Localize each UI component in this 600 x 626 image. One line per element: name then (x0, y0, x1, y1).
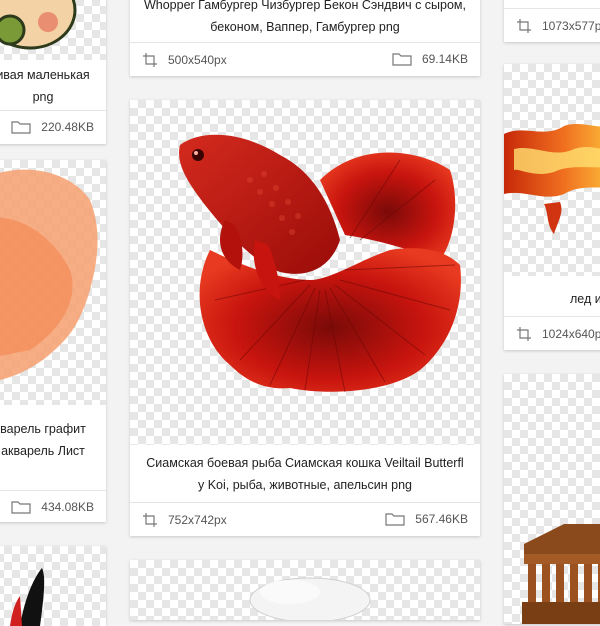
card-caption-line: y Koi, рыба, животные, апельсин png (197, 478, 412, 492)
card-caption-line: акварель Лист (1, 444, 85, 458)
folder-icon (392, 52, 412, 66)
card-footer: 500x540px 69.14KB (130, 42, 480, 76)
image-card-left-bottom[interactable] (0, 546, 106, 626)
card-footer: 220.48KB (0, 110, 106, 144)
card-caption-line: Whopper Гамбургер Чизбургер Бекон Сэндви… (143, 0, 466, 12)
dimensions-value: 1073x577p (542, 19, 600, 33)
folder-icon (385, 512, 405, 526)
ancient-temple-image (522, 524, 600, 624)
file-size-value: 567.46KB (415, 512, 468, 526)
card-caption-line: лед и (570, 292, 600, 306)
file-size-value: 69.14KB (421, 52, 468, 66)
file-size-value: 434.08KB (41, 500, 94, 514)
card-caption-line: варель графит (0, 422, 86, 436)
image-dimensions: 500x540px (142, 52, 227, 68)
crop-icon (516, 326, 532, 342)
image-thumbnail[interactable] (0, 546, 106, 626)
card-caption-line: ивая маленькая (0, 68, 90, 82)
image-thumbnail[interactable] (504, 64, 600, 276)
card-footer: 752x742px 567.46KB (130, 502, 480, 536)
image-card-left-top[interactable]: ивая маленькая png 220.48KB (0, 0, 106, 144)
card-footer: 1024x640p (504, 316, 600, 350)
image-dimensions: 1073x577p (516, 18, 600, 34)
folder-icon (11, 500, 31, 514)
image-card-right-bottom[interactable] (504, 374, 600, 624)
file-size: 220.48KB (11, 120, 94, 134)
image-thumbnail[interactable] (130, 100, 480, 445)
dark-shape-image (10, 568, 45, 626)
betta-fish-image (179, 134, 461, 393)
file-size: 434.08KB (11, 500, 94, 514)
crop-icon (142, 52, 158, 68)
card-footer: 434.08KB (0, 490, 106, 522)
watercolor-splash-image (0, 169, 98, 380)
image-thumbnail[interactable] (504, 374, 600, 624)
crop-icon (142, 512, 158, 528)
image-thumbnail[interactable] (0, 160, 106, 405)
cartoon-character-image (0, 0, 77, 50)
image-card-center-top[interactable]: Whopper Гамбургер Чизбургер Бекон Сэндви… (130, 0, 480, 76)
file-size-value: 220.48KB (41, 120, 94, 134)
card-caption-line: png (32, 90, 54, 104)
file-size: 69.14KB (392, 52, 468, 66)
crop-icon (516, 18, 532, 34)
image-card-right-middle[interactable]: лед и 1024x640p (504, 64, 600, 350)
card-caption-line: беконом, Ваппер, Гамбургер png (210, 20, 400, 34)
dimensions-value: 500x540px (168, 53, 227, 67)
image-dimensions: 1024x640p (516, 326, 600, 342)
image-card-right-top[interactable]: 1073x577p (504, 0, 600, 42)
fire-image (504, 124, 600, 234)
image-dimensions: 752x742px (142, 512, 227, 528)
card-footer: 1073x577p (504, 8, 600, 42)
image-card-center-bottom[interactable] (130, 560, 480, 620)
image-thumbnail[interactable] (0, 0, 106, 60)
white-shape-image (249, 577, 371, 620)
file-size: 567.46KB (385, 512, 468, 526)
folder-icon (11, 120, 31, 134)
dimensions-value: 1024x640p (542, 327, 600, 341)
image-card-center-main[interactable]: Сиамская боевая рыба Сиамская кошка Veil… (130, 100, 480, 536)
card-caption-line: Сиамская боевая рыба Сиамская кошка Veil… (146, 456, 464, 470)
dimensions-value: 752x742px (168, 513, 227, 527)
image-card-left-middle[interactable]: варель графит акварель Лист 434.08KB (0, 160, 106, 522)
image-thumbnail[interactable] (130, 560, 480, 620)
